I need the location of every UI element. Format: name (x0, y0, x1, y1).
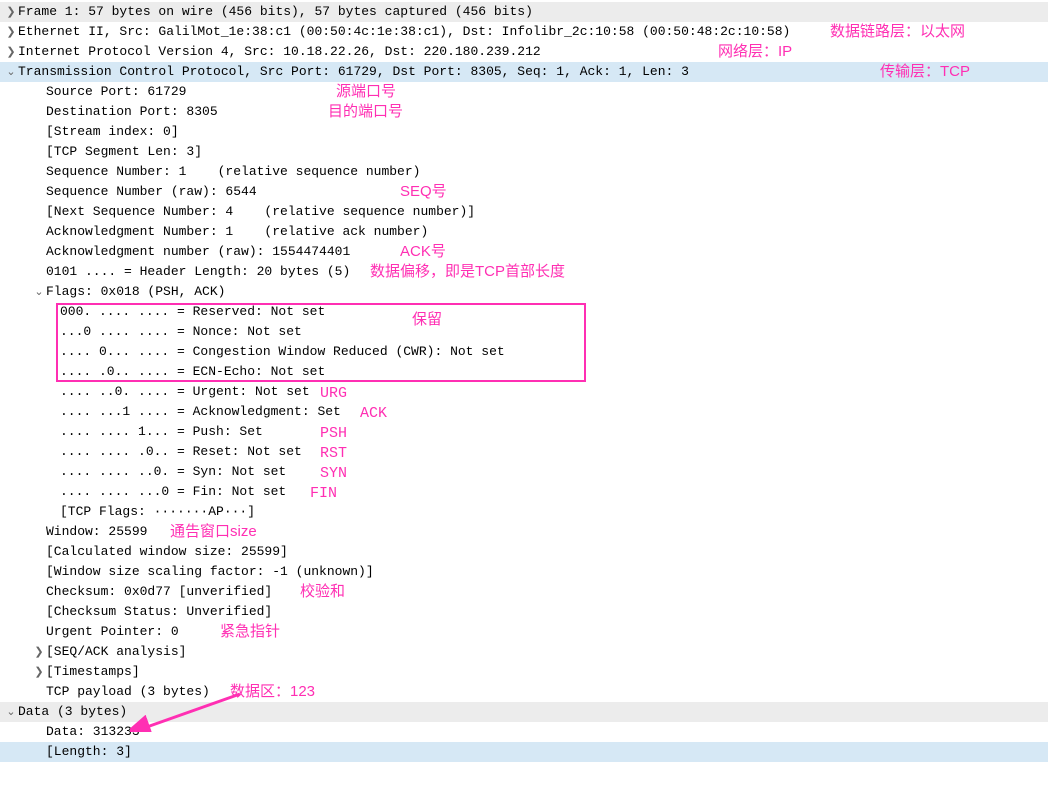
data-bytes-row[interactable]: Data: 313233 (0, 722, 1048, 742)
seq-number-text: Sequence Number: 1 (relative sequence nu… (46, 162, 420, 182)
flag-reserved-text: 000. .... .... = Reserved: Not set (60, 302, 325, 322)
flag-urgent-text: .... ..0. .... = Urgent: Not set (60, 382, 310, 402)
flag-cwr-text: .... 0... .... = Congestion Window Reduc… (60, 342, 505, 362)
segment-len-row[interactable]: [TCP Segment Len: 3] (0, 142, 1048, 162)
calc-window-row[interactable]: [Calculated window size: 25599] (0, 542, 1048, 562)
flag-reset-text: .... .... .0.. = Reset: Not set (60, 442, 302, 462)
flag-syn-text: .... .... ..0. = Syn: Not set (60, 462, 286, 482)
flag-syn-row[interactable]: .... .... ..0. = Syn: Not set (0, 462, 1048, 482)
dest-port-row[interactable]: Destination Port: 8305 (0, 102, 1048, 122)
next-seq-row[interactable]: [Next Sequence Number: 4 (relative seque… (0, 202, 1048, 222)
flag-fin-row[interactable]: .... .... ...0 = Fin: Not set (0, 482, 1048, 502)
data-length-text: [Length: 3] (46, 742, 132, 762)
ack-raw-text: Acknowledgment number (raw): 1554474401 (46, 242, 350, 262)
data-bytes-text: Data: 313233 (46, 722, 140, 742)
urgent-ptr-row[interactable]: Urgent Pointer: 0 (0, 622, 1048, 642)
chevron-right-icon[interactable]: ❯ (4, 22, 18, 42)
frame-text: Frame 1: 57 bytes on wire (456 bits), 57… (18, 2, 533, 22)
source-port-text: Source Port: 61729 (46, 82, 186, 102)
ethernet-row[interactable]: ❯ Ethernet II, Src: GalilMot_1e:38:c1 (0… (0, 22, 1048, 42)
ack-raw-row[interactable]: Acknowledgment number (raw): 1554474401 (0, 242, 1048, 262)
checksum-row[interactable]: Checksum: 0x0d77 [unverified] (0, 582, 1048, 602)
checksum-text: Checksum: 0x0d77 [unverified] (46, 582, 272, 602)
flag-nonce-text: ...0 .... .... = Nonce: Not set (60, 322, 302, 342)
seq-raw-row[interactable]: Sequence Number (raw): 6544 (0, 182, 1048, 202)
payload-text: TCP payload (3 bytes) (46, 682, 210, 702)
flag-cwr-row[interactable]: .... 0... .... = Congestion Window Reduc… (0, 342, 1048, 362)
flag-push-text: .... .... 1... = Push: Set (60, 422, 263, 442)
seq-ack-analysis-row[interactable]: ❯[SEQ/ACK analysis] (0, 642, 1048, 662)
source-port-row[interactable]: Source Port: 61729 (0, 82, 1048, 102)
seq-number-row[interactable]: Sequence Number: 1 (relative sequence nu… (0, 162, 1048, 182)
flag-urgent-row[interactable]: .... ..0. .... = Urgent: Not set (0, 382, 1048, 402)
flag-ecn-row[interactable]: .... .0.. .... = ECN-Echo: Not set (0, 362, 1048, 382)
data-header-text: Data (3 bytes) (18, 702, 127, 722)
seq-ack-analysis-text: [SEQ/ACK analysis] (46, 642, 186, 662)
seq-raw-text: Sequence Number (raw): 6544 (46, 182, 257, 202)
segment-len-text: [TCP Segment Len: 3] (46, 142, 202, 162)
ack-number-row[interactable]: Acknowledgment Number: 1 (relative ack n… (0, 222, 1048, 242)
stream-index-text: [Stream index: 0] (46, 122, 179, 142)
flag-ack-text: .... ...1 .... = Acknowledgment: Set (60, 402, 341, 422)
flag-nonce-row[interactable]: ...0 .... .... = Nonce: Not set (0, 322, 1048, 342)
chevron-right-icon[interactable]: ❯ (32, 662, 46, 682)
tcp-text: Transmission Control Protocol, Src Port:… (18, 62, 689, 82)
payload-row[interactable]: TCP payload (3 bytes) (0, 682, 1048, 702)
flag-push-row[interactable]: .... .... 1... = Push: Set (0, 422, 1048, 442)
flag-reserved-row[interactable]: 000. .... .... = Reserved: Not set (0, 302, 1048, 322)
next-seq-text: [Next Sequence Number: 4 (relative seque… (46, 202, 475, 222)
chevron-right-icon[interactable]: ❯ (4, 2, 18, 22)
stream-index-row[interactable]: [Stream index: 0] (0, 122, 1048, 142)
checksum-status-text: [Checksum Status: Unverified] (46, 602, 272, 622)
flags-text: Flags: 0x018 (PSH, ACK) (46, 282, 225, 302)
checksum-status-row[interactable]: [Checksum Status: Unverified] (0, 602, 1048, 622)
ip-row[interactable]: ❯ Internet Protocol Version 4, Src: 10.1… (0, 42, 1048, 62)
ack-number-text: Acknowledgment Number: 1 (relative ack n… (46, 222, 428, 242)
tcp-row[interactable]: ⌄ Transmission Control Protocol, Src Por… (0, 62, 1048, 82)
ethernet-text: Ethernet II, Src: GalilMot_1e:38:c1 (00:… (18, 22, 790, 42)
win-scale-row[interactable]: [Window size scaling factor: -1 (unknown… (0, 562, 1048, 582)
flag-reset-row[interactable]: .... .... .0.. = Reset: Not set (0, 442, 1048, 462)
window-text: Window: 25599 (46, 522, 147, 542)
window-row[interactable]: Window: 25599 (0, 522, 1048, 542)
tcp-flags-row[interactable]: [TCP Flags: ·······AP···] (0, 502, 1048, 522)
timestamps-row[interactable]: ❯[Timestamps] (0, 662, 1048, 682)
chevron-down-icon[interactable]: ⌄ (4, 702, 18, 722)
chevron-down-icon[interactable]: ⌄ (4, 62, 18, 82)
flag-ecn-text: .... .0.. .... = ECN-Echo: Not set (60, 362, 325, 382)
flag-ack-row[interactable]: .... ...1 .... = Acknowledgment: Set (0, 402, 1048, 422)
timestamps-text: [Timestamps] (46, 662, 140, 682)
header-len-text: 0101 .... = Header Length: 20 bytes (5) (46, 262, 350, 282)
chevron-right-icon[interactable]: ❯ (32, 642, 46, 662)
ip-text: Internet Protocol Version 4, Src: 10.18.… (18, 42, 541, 62)
flags-row[interactable]: ⌄Flags: 0x018 (PSH, ACK) (0, 282, 1048, 302)
data-length-row[interactable]: [Length: 3] (0, 742, 1048, 762)
header-len-row[interactable]: 0101 .... = Header Length: 20 bytes (5) (0, 262, 1048, 282)
chevron-right-icon[interactable]: ❯ (4, 42, 18, 62)
frame-row[interactable]: ❯ Frame 1: 57 bytes on wire (456 bits), … (0, 2, 1048, 22)
win-scale-text: [Window size scaling factor: -1 (unknown… (46, 562, 374, 582)
data-header-row[interactable]: ⌄Data (3 bytes) (0, 702, 1048, 722)
calc-window-text: [Calculated window size: 25599] (46, 542, 288, 562)
urgent-ptr-text: Urgent Pointer: 0 (46, 622, 179, 642)
dest-port-text: Destination Port: 8305 (46, 102, 218, 122)
chevron-down-icon[interactable]: ⌄ (32, 282, 46, 302)
flag-fin-text: .... .... ...0 = Fin: Not set (60, 482, 286, 502)
tcp-flags-text: [TCP Flags: ·······AP···] (60, 502, 255, 522)
